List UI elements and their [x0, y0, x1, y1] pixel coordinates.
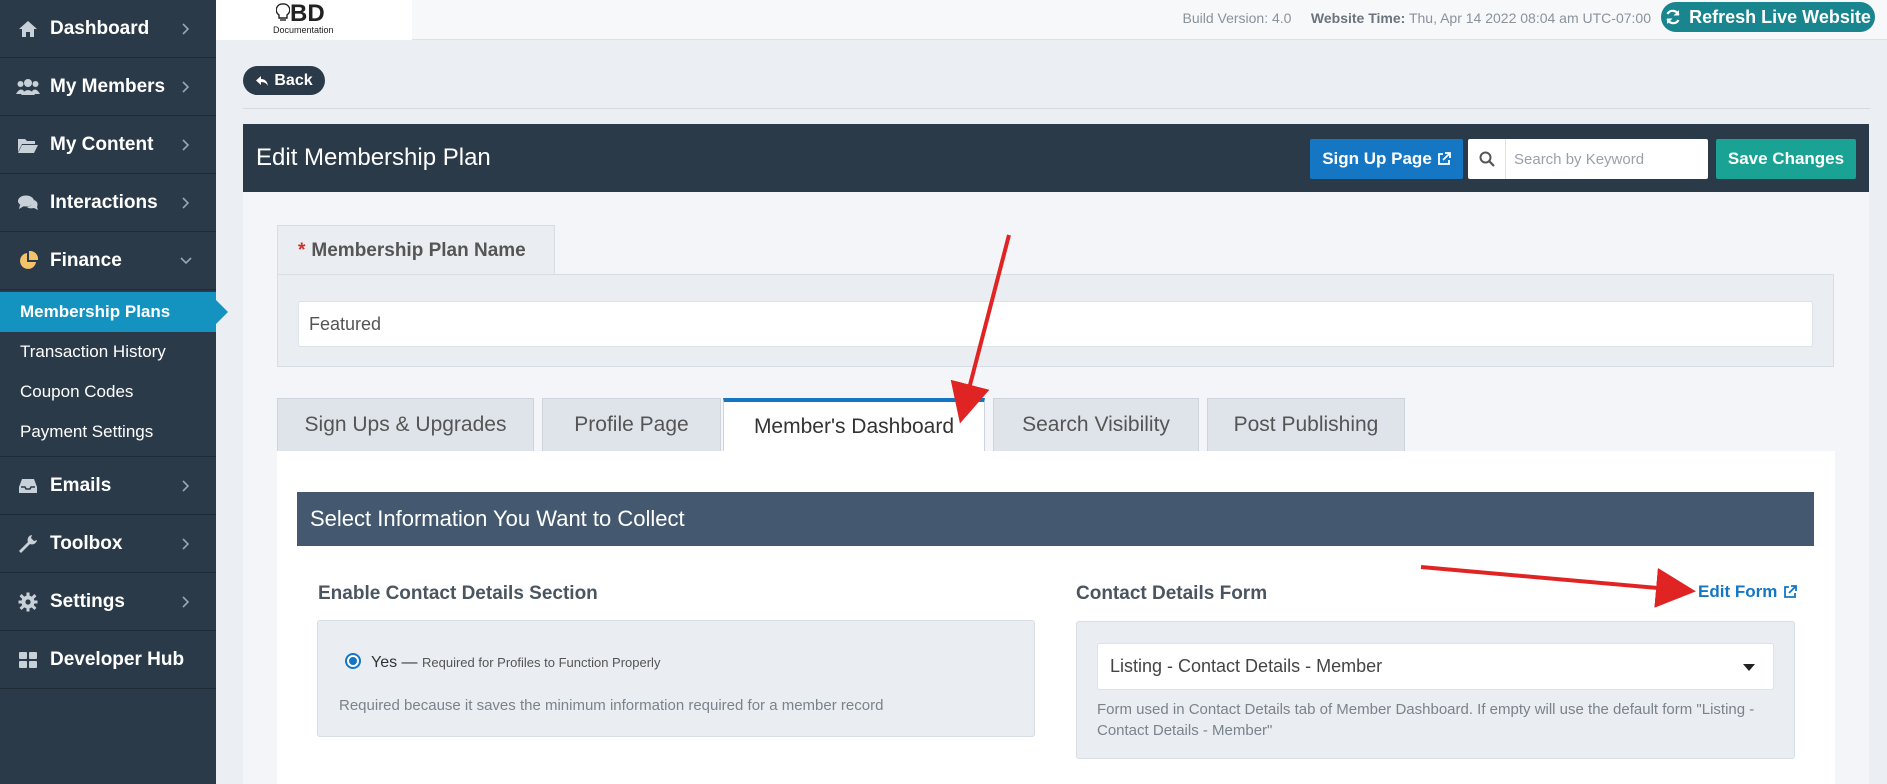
contact-details-form-select[interactable]: Listing - Contact Details - Member [1097, 643, 1774, 690]
enable-contact-details-label: Enable Contact Details Section [318, 583, 598, 604]
finance-submenu: Membership Plans Transaction History Cou… [0, 290, 216, 457]
search-input[interactable] [1506, 140, 1702, 178]
edit-form-link[interactable]: Edit Form [1698, 582, 1798, 602]
refresh-live-website-button[interactable]: Refresh Live Website [1661, 2, 1875, 32]
sidebar-item-label: My Members [50, 75, 166, 97]
search-box [1468, 139, 1708, 179]
page-title: Edit Membership Plan [256, 144, 491, 171]
sidebar-item-label: My Content [50, 133, 154, 155]
contact-details-form-box: Listing - Contact Details - Member Form … [1076, 621, 1795, 759]
sidebar-item-my-content[interactable]: My Content [0, 116, 216, 174]
reply-arrow-icon [256, 75, 269, 86]
sidebar-item-label: Dashboard [50, 17, 150, 39]
contact-details-form-label: Contact Details Form [1076, 583, 1268, 604]
search-icon [1468, 139, 1506, 179]
inbox-icon [16, 475, 40, 497]
chevron-right-icon [180, 138, 192, 151]
logo-text: BD [290, 0, 325, 27]
yes-radio-label[interactable]: Yes — Required for Profiles to Function … [371, 654, 660, 672]
sidebar-subitem-coupon-codes[interactable]: Coupon Codes [0, 372, 216, 412]
sidebar-item-toolbox[interactable]: Toolbox [0, 515, 216, 573]
chevron-right-icon [180, 479, 192, 492]
chevron-right-icon [180, 537, 192, 550]
chevron-right-icon [180, 196, 192, 209]
sidebar-item-label: Toolbox [50, 532, 123, 554]
build-info: Build Version: 4.0 Website Time: Thu, Ap… [1182, 10, 1651, 26]
tab-post-publishing[interactable]: Post Publishing [1207, 398, 1405, 451]
sidebar-item-label: Developer Hub [50, 648, 185, 670]
select-value: Listing - Contact Details - Member [1110, 656, 1383, 676]
sidebar-item-developer-hub[interactable]: Developer Hub [0, 631, 216, 689]
sidebar-item-finance[interactable]: Finance [0, 232, 216, 290]
build-version: Build Version: 4.0 [1182, 10, 1292, 26]
membership-plan-name-input[interactable] [298, 301, 1813, 347]
folder-open-icon [16, 134, 40, 156]
chevron-down-icon [180, 255, 192, 267]
website-time-value: Thu, Apr 14 2022 08:04 am UTC-07:00 [1408, 10, 1651, 26]
lightbulb-icon [276, 3, 290, 21]
website-time-label: Website Time: [1310, 10, 1406, 26]
sidebar-item-label: Finance [50, 249, 122, 271]
sidebar-subitem-membership-plans[interactable]: Membership Plans [0, 292, 216, 332]
tab-members-dashboard[interactable]: Member's Dashboard [723, 398, 985, 451]
sidebar-item-label: Settings [50, 590, 125, 612]
pie-chart-icon [16, 250, 40, 272]
section-title: Select Information You Want to Collect [297, 492, 1814, 546]
sidebar-item-settings[interactable]: Settings [0, 573, 216, 631]
tab-profile-page[interactable]: Profile Page [542, 398, 721, 451]
divider [243, 108, 1870, 109]
sign-up-page-button[interactable]: Sign Up Page [1310, 139, 1463, 179]
grid-icon [16, 649, 40, 671]
tab-sign-ups-upgrades[interactable]: Sign Ups & Upgrades [277, 398, 534, 451]
sidebar-subitem-transaction-history[interactable]: Transaction History [0, 332, 216, 372]
yes-label-text: Yes — [371, 654, 418, 671]
chevron-right-icon [180, 595, 192, 608]
top-bar: BD Documentation Build Version: 4.0 Webs… [216, 0, 1887, 40]
home-icon [16, 18, 40, 40]
sidebar-item-interactions[interactable]: Interactions [0, 174, 216, 232]
wrench-icon [16, 533, 40, 555]
external-link-icon [1437, 152, 1451, 165]
logo[interactable]: BD Documentation [216, 0, 412, 40]
contact-form-help-text: Form used in Contact Details tab of Memb… [1097, 701, 1755, 739]
membership-plan-name-wrapper [277, 274, 1834, 367]
yes-radio[interactable] [345, 653, 361, 669]
sidebar: Dashboard My Members My Content Interact… [0, 0, 216, 784]
sidebar-item-label: Emails [50, 474, 112, 496]
chevron-right-icon [180, 22, 192, 35]
tab-search-visibility[interactable]: Search Visibility [993, 398, 1199, 451]
save-changes-button[interactable]: Save Changes [1716, 139, 1856, 179]
name-label-text: Membership Plan Name [311, 239, 526, 261]
enable-contact-details-box: Yes — Required for Profiles to Function … [317, 620, 1035, 737]
yes-label-note: Required for Profiles to Function Proper… [422, 655, 661, 670]
sidebar-item-my-members[interactable]: My Members [0, 58, 216, 116]
comments-icon [16, 192, 40, 214]
back-button[interactable]: Back [243, 66, 325, 95]
contact-section-help-text: Required because it saves the minimum in… [339, 697, 884, 714]
logo-subtext: Documentation [273, 25, 334, 35]
sidebar-item-label: Interactions [50, 191, 158, 213]
sidebar-subitem-payment-settings[interactable]: Payment Settings [0, 412, 216, 452]
edit-form-label: Edit Form [1698, 582, 1778, 601]
membership-plan-name-label: * Membership Plan Name [277, 225, 555, 275]
users-icon [16, 76, 40, 98]
required-mark: * [298, 239, 306, 261]
sign-up-page-label: Sign Up Page [1322, 149, 1432, 168]
chevron-right-icon [180, 80, 192, 93]
external-link-icon [1784, 585, 1798, 598]
caret-down-icon [1743, 664, 1755, 671]
sidebar-item-emails[interactable]: Emails [0, 457, 216, 515]
refresh-icon [1666, 9, 1680, 25]
sidebar-item-dashboard[interactable]: Dashboard [0, 0, 216, 58]
gear-icon [16, 591, 40, 613]
back-label: Back [274, 71, 313, 89]
panel-header: Edit Membership Plan Sign Up Page Save C… [243, 124, 1869, 192]
refresh-button-label: Refresh Live Website [1689, 6, 1871, 27]
